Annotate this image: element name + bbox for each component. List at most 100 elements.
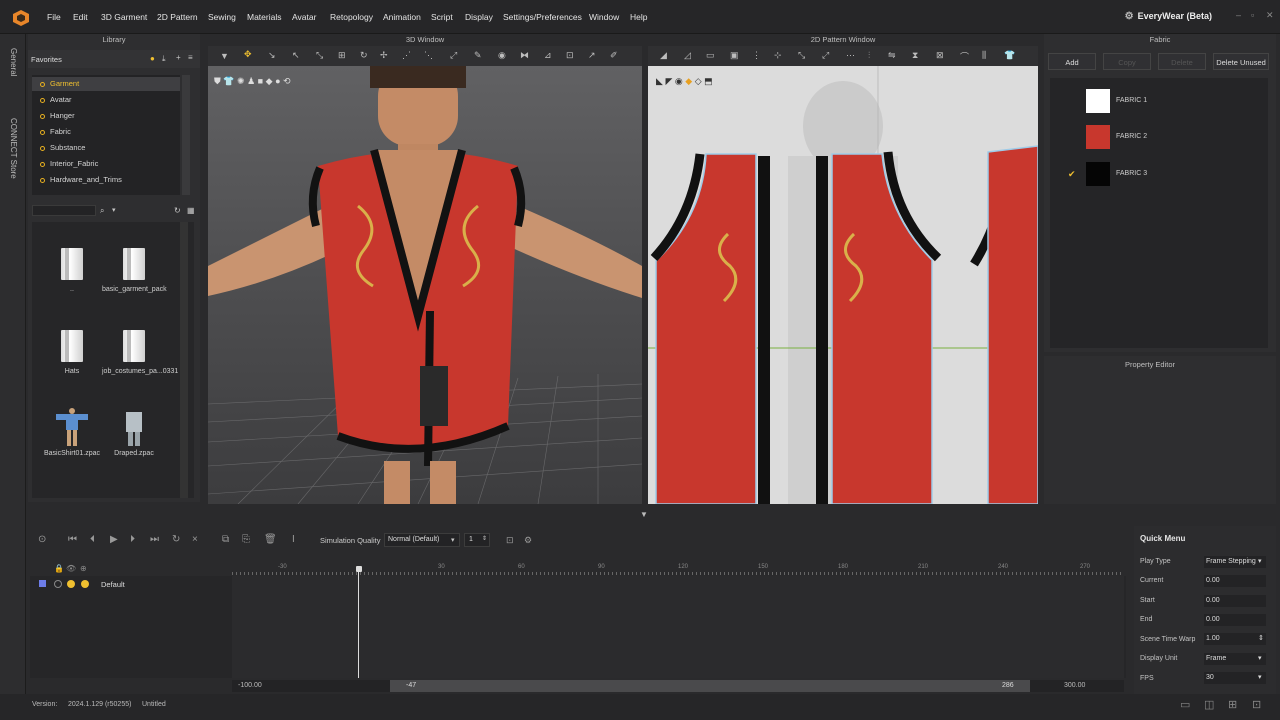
favorite-item-avatar[interactable]: Avatar — [32, 93, 180, 107]
track-sim-icon[interactable] — [67, 580, 75, 588]
lock-icon[interactable]: 🔒 — [54, 564, 64, 573]
light-icon[interactable]: ● — [275, 76, 280, 86]
tab-connect-store[interactable]: CONNECT Store — [9, 118, 18, 179]
menu-script[interactable]: Script — [431, 12, 453, 22]
file-item-basic-garment[interactable]: basic_garment_pack — [102, 248, 167, 293]
dart-icon[interactable]: ⊹ — [774, 50, 782, 61]
minimize-icon[interactable]: – — [1236, 10, 1241, 20]
favorite-item-substance[interactable]: Substance — [32, 141, 180, 155]
layout-custom-icon[interactable]: ⊡ — [1252, 698, 1261, 711]
playhead-handle[interactable] — [356, 566, 362, 572]
refresh-icon[interactable]: ↻ — [174, 206, 181, 215]
garment-icon[interactable]: 👕 — [223, 76, 234, 86]
record-icon[interactable]: ⊙ — [38, 534, 46, 545]
files-scrollbar[interactable] — [180, 222, 188, 498]
search-icon[interactable]: ⌕ — [100, 206, 104, 216]
edit-tool-icon[interactable]: ✐ — [610, 50, 618, 61]
menu-edit[interactable]: Edit — [73, 12, 88, 22]
start-field[interactable]: 0.00 — [1204, 595, 1266, 607]
pin-tool-icon[interactable]: ↘ — [268, 50, 276, 61]
track-anim-icon[interactable] — [81, 580, 89, 588]
panel-collapse-arrow-icon[interactable]: ▼ — [640, 510, 648, 519]
texture-edit-icon[interactable]: ⊠ — [936, 50, 944, 61]
texture-tool-icon[interactable]: ⊿ — [544, 50, 552, 61]
delete-unused-button[interactable]: Delete Unused — [1213, 53, 1269, 70]
seam-icon[interactable]: ⤡ — [798, 50, 805, 61]
point-tool-icon[interactable]: ⋱ — [424, 50, 433, 61]
menu-window[interactable]: Window — [589, 12, 619, 22]
file-item-parent[interactable]: .. — [40, 248, 104, 293]
delete-key-icon[interactable]: 🗑 — [264, 534, 277, 545]
play-icon[interactable]: ▶ — [110, 534, 118, 545]
dropdown-arrow-icon[interactable]: ▾ — [112, 206, 116, 214]
menu-display[interactable]: Display — [465, 12, 493, 22]
menu-avatar[interactable]: Avatar — [292, 12, 316, 22]
free-sew-icon[interactable]: ⤢ — [822, 50, 829, 61]
go-start-icon[interactable]: ⏮ — [68, 534, 77, 545]
paste-key-icon[interactable]: ⎘ — [242, 534, 250, 545]
step-back-icon[interactable]: ⏴ — [90, 534, 95, 545]
go-end-icon[interactable]: ⏭ — [150, 534, 159, 545]
close-icon[interactable]: ✕ — [1266, 10, 1274, 21]
segment-tool-icon[interactable]: ⋰ — [402, 50, 411, 61]
polygon-icon[interactable]: ▭ — [706, 50, 715, 61]
symmetry-icon[interactable]: ⧗ — [912, 50, 918, 61]
text-cursor-icon[interactable]: I — [292, 534, 295, 545]
rotate-tool-icon[interactable]: ↻ — [360, 50, 368, 61]
pattern-display-icon[interactable]: ◇ — [695, 76, 702, 86]
wireframe-icon[interactable]: ⛊ — [214, 76, 221, 86]
current-field[interactable]: 0.00 — [1204, 575, 1266, 587]
favorite-item-garment[interactable]: Garment — [32, 77, 180, 91]
tack-tool-icon[interactable]: ✢ — [380, 50, 388, 61]
menu-2d-pattern[interactable]: 2D Pattern — [157, 12, 198, 22]
segment-sew-icon[interactable]: ⋯ — [846, 50, 855, 61]
menu-help[interactable]: Help — [630, 12, 647, 22]
snap-icon[interactable]: ⊡ — [506, 535, 514, 546]
list-view-icon[interactable]: ≡ — [188, 53, 193, 62]
track-visibility-icon[interactable] — [54, 580, 62, 588]
edit-point-icon[interactable]: ◿ — [684, 50, 691, 61]
edit-pattern-icon[interactable]: ◢ — [660, 50, 667, 61]
file-item-hats[interactable]: Hats — [40, 330, 104, 375]
fabric-row-3[interactable]: ✔ FABRIC 3 — [1050, 162, 1268, 188]
target-icon[interactable]: ⊕ — [80, 564, 87, 573]
avatar-icon[interactable]: ♟ — [247, 76, 255, 86]
mirror-icon[interactable]: ⇋ — [888, 50, 896, 61]
timeline-ruler[interactable]: -30 30 60 90 120 150 180 210 240 270 — [232, 562, 1124, 576]
viewport-3d[interactable]: ⛊ 👕 ✺ ♟ ■ ◆ ● ⟲ — [208, 66, 642, 504]
layout-quad-icon[interactable]: ⊞ — [1228, 698, 1237, 711]
copy-key-icon[interactable]: ⧉ — [222, 534, 229, 545]
fps-select[interactable]: 30 ▾ — [1204, 672, 1266, 684]
file-item-basicshirt[interactable]: BasicShirt01.zpac — [40, 408, 104, 457]
end-field[interactable]: 0.00 — [1204, 614, 1266, 626]
menu-sewing[interactable]: Sewing — [208, 12, 236, 22]
pleat-icon[interactable]: ⫶ — [868, 50, 870, 61]
texture-icon[interactable]: ✺ — [237, 76, 245, 86]
grid-view-icon[interactable]: ▦ — [187, 206, 195, 215]
maximize-icon[interactable]: ▫ — [1251, 10, 1254, 20]
favorite-item-fabric[interactable]: Fabric — [32, 125, 180, 139]
fold-tool-icon[interactable]: ↖ — [292, 50, 300, 61]
timeline-settings-icon[interactable]: ⚙ — [524, 535, 532, 546]
delete-fabric-button[interactable]: Delete — [1158, 53, 1206, 70]
step-forward-icon[interactable]: ⏵ — [130, 534, 135, 545]
layout-single-icon[interactable]: ▭ — [1180, 698, 1190, 711]
graphic-tool-icon[interactable]: ⊡ — [566, 50, 574, 61]
display-unit-select[interactable]: Frame ▾ — [1204, 653, 1266, 665]
pattern-select-icon[interactable]: ◣ — [656, 76, 663, 86]
fabric-row-2[interactable]: FABRIC 2 — [1050, 125, 1268, 151]
menu-animation[interactable]: Animation — [383, 12, 421, 22]
settings-gear-icon[interactable]: ⚙ — [1125, 11, 1134, 22]
timeline-graph[interactable] — [232, 576, 1124, 678]
hanger-icon[interactable]: ⌒ — [960, 50, 969, 63]
fabric-row-1[interactable]: FABRIC 1 — [1050, 89, 1268, 115]
menu-materials[interactable]: Materials — [247, 12, 281, 22]
add-fabric-button[interactable]: Add — [1048, 53, 1096, 70]
grade-icon[interactable]: ⫼ — [982, 50, 986, 61]
internal-line-icon[interactable]: ⋮ — [752, 50, 761, 61]
range-scrollbar-thumb[interactable]: -47 286 — [390, 680, 1030, 692]
speed-icon[interactable]: × — [192, 534, 198, 545]
pattern-sew-icon[interactable]: ◉ — [675, 76, 683, 86]
tab-general[interactable]: General — [9, 48, 18, 76]
copy-fabric-button[interactable]: Copy — [1103, 53, 1151, 70]
